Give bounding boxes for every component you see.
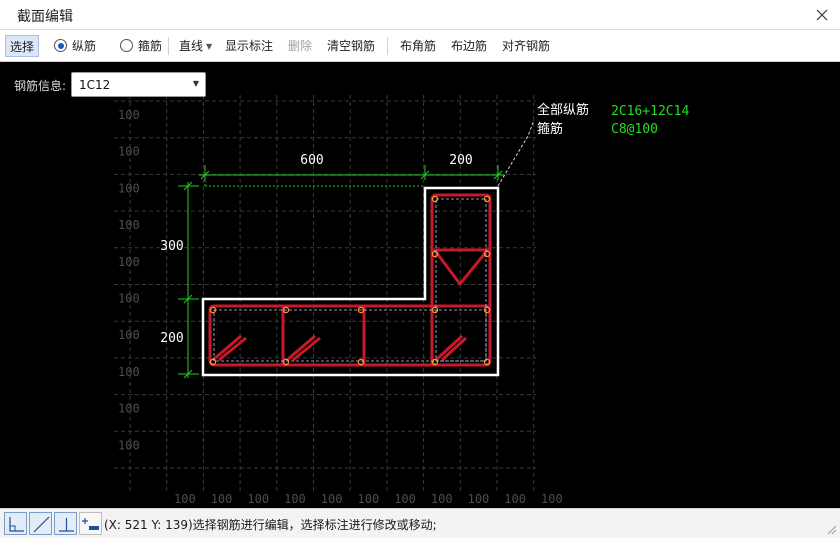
annotation-all-longitudinal-value[interactable]: 2C16+12C14 [611, 104, 689, 119]
delete-button[interactable]: 删除 [288, 30, 312, 62]
chevron-down-icon: ▼ [192, 79, 199, 88]
grid-label-left: 100 [118, 365, 140, 379]
dimension-left-bottom[interactable]: 200 [160, 331, 183, 346]
grid-label-bottom: 100 [284, 492, 306, 506]
orthogonal-icon [9, 517, 24, 532]
section-drawing[interactable]: 100 100 100 100 100 100 100 100 100 100 100 100 100 1… [0, 62, 840, 508]
line-dropdown[interactable]: 直线 ▼ [179, 30, 212, 62]
toolbar: 选择 纵筋 箍筋 直线 ▼ 显示标注 删除 清空钢筋 布角筋 布边筋 对齐钢筋 [0, 30, 840, 62]
longitudinal-label[interactable]: 纵筋 [72, 30, 96, 62]
drawing-canvas[interactable]: 100 100 100 100 100 100 100 100 100 100 100 100 100 1… [0, 62, 840, 508]
grid-label-left: 100 [118, 255, 140, 269]
stirrup-label[interactable]: 箍筋 [138, 30, 162, 62]
annotation-stirrup-label[interactable]: 箍筋 [537, 121, 563, 137]
align-rebar-button[interactable]: 对齐钢筋 [502, 30, 550, 62]
dimension-input-icon [82, 518, 99, 530]
grid-label-left: 100 [118, 402, 140, 416]
grid-label-bottom: 100 [394, 492, 416, 506]
side-rebar-button[interactable]: 布边筋 [451, 30, 487, 62]
select-button[interactable]: 选择 [5, 35, 40, 57]
dimension-top-right[interactable]: 200 [449, 153, 472, 168]
grid-label-bottom: 100 [247, 492, 269, 506]
line-snap-button[interactable] [29, 512, 52, 535]
grid-label-bottom: 100 [211, 492, 233, 506]
orthogonal-snap-button[interactable] [4, 512, 27, 535]
grid-label-left: 100 [118, 328, 140, 342]
rebar-info-select[interactable]: 1C12 ▼ [71, 72, 206, 97]
status-bar: (X: 521 Y: 139)选择钢筋进行编辑，选择标注进行修改或移动; [0, 508, 840, 538]
window-title: 截面编辑 [17, 9, 73, 25]
annotation-leader [497, 119, 535, 187]
diagonal-line-icon [33, 516, 50, 533]
stirrup-radio[interactable] [120, 39, 133, 52]
close-button[interactable] [804, 0, 840, 30]
dimension-top-left[interactable]: 600 [300, 153, 323, 168]
corner-rebar-button[interactable]: 布角筋 [400, 30, 436, 62]
perpendicular-icon [59, 518, 74, 532]
status-text: (X: 521 Y: 139)选择钢筋进行编辑，选择标注进行修改或移动; [104, 518, 437, 532]
grid-label-bottom: 100 [431, 492, 453, 506]
grid-label-bottom: 100 [504, 492, 526, 506]
show-dimension-button[interactable]: 显示标注 [225, 30, 273, 62]
dimension-input-button[interactable] [79, 512, 102, 535]
grid-label-left: 100 [118, 292, 140, 306]
dimension-left-top[interactable]: 300 [160, 239, 183, 254]
clear-rebar-button[interactable]: 清空钢筋 [327, 30, 375, 62]
rebar-info-label: 钢筋信息: [14, 79, 67, 93]
chevron-down-icon: ▼ [206, 42, 213, 51]
grid-label-bottom: 100 [468, 492, 490, 506]
grid-label-left: 100 [118, 438, 140, 452]
toolbar-separator [387, 37, 388, 55]
perpendicular-snap-button[interactable] [54, 512, 77, 535]
grid-label-bottom: 100 [321, 492, 343, 506]
close-icon [816, 9, 828, 21]
longitudinal-radio[interactable] [54, 39, 67, 52]
grid-label-left: 100 [118, 108, 140, 122]
resize-grip-icon[interactable] [827, 525, 837, 535]
grid-label-left: 100 [118, 145, 140, 159]
grid-label-bottom: 100 [541, 492, 563, 506]
rebar-info-value: 1C12 [79, 78, 111, 92]
grid-label-left: 100 [118, 181, 140, 195]
grid-label-left: 100 [118, 218, 140, 232]
title-bar: 截面编辑 [0, 0, 840, 30]
toolbar-separator [168, 37, 169, 55]
grid-label-bottom: 100 [358, 492, 380, 506]
annotation-stirrup-value[interactable]: C8@100 [611, 122, 658, 137]
line-dropdown-label: 直线 [179, 39, 204, 53]
annotation-all-longitudinal-label[interactable]: 全部纵筋 [537, 102, 589, 118]
grid-label-bottom: 100 [174, 492, 196, 506]
